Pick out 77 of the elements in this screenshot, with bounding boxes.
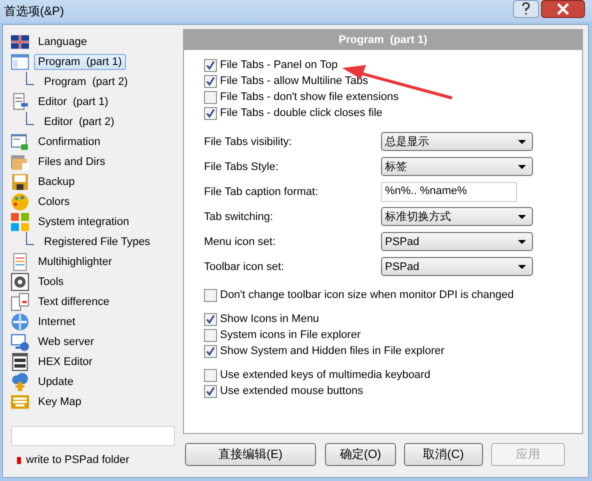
checkbox-label: Use extended keys of multimedia keyboard <box>220 369 430 381</box>
palette-icon <box>11 193 29 211</box>
tree-item[interactable]: Program (part 2) <box>40 74 132 90</box>
checkbox[interactable] <box>204 384 217 398</box>
checkbox[interactable] <box>204 312 217 326</box>
window-title: 首选项(&P) <box>4 2 64 20</box>
dialog-button[interactable]: 确定(O) <box>325 442 396 466</box>
status-marker-icon <box>17 456 21 464</box>
tree-item[interactable]: Backup <box>34 174 79 190</box>
tree-item[interactable]: Web server <box>34 334 98 350</box>
checkbox[interactable] <box>204 74 217 88</box>
dropdown[interactable]: 总是显示 <box>381 132 533 151</box>
tree-item[interactable]: Internet <box>34 314 80 330</box>
checkbox-label: System icons in File explorer <box>220 329 361 341</box>
folder-icon <box>11 153 29 171</box>
checkbox[interactable] <box>204 58 217 72</box>
field-label: File Tab caption format: <box>204 186 320 198</box>
tree-item[interactable]: HEX Editor <box>34 354 96 370</box>
window-icon <box>11 53 29 71</box>
checkbox[interactable] <box>204 90 217 104</box>
checkbox-label: Use extended mouse buttons <box>220 385 364 397</box>
checkbox-label: File Tabs - don't show file extensions <box>220 91 399 103</box>
caret-icon <box>518 164 526 168</box>
caret-icon <box>518 214 526 218</box>
tree-item[interactable]: Editor (part 2) <box>40 114 118 130</box>
documents-compare-icon <box>11 293 29 311</box>
dropdown[interactable]: PSPad <box>381 257 533 276</box>
checkbox[interactable] <box>204 106 217 120</box>
checklist-icon <box>11 133 29 151</box>
dropdown[interactable]: 标签 <box>381 157 533 176</box>
caret-icon <box>518 264 526 268</box>
caret-icon <box>518 140 526 144</box>
gear-icon <box>11 273 29 291</box>
document-lines-icon <box>11 253 29 271</box>
checkbox[interactable] <box>204 328 217 342</box>
tree-item[interactable]: Multihighlighter <box>34 254 116 270</box>
field-label: Toolbar icon set: <box>204 260 286 272</box>
folder-note: write to PSPad folder <box>26 454 130 466</box>
panel-header: Program (part 1) <box>183 29 583 50</box>
tree-item[interactable]: Confirmation <box>34 134 104 150</box>
tree-item[interactable]: Program (part 1) <box>34 54 126 70</box>
field-label: File Tabs visibility: <box>204 136 293 148</box>
checkbox[interactable] <box>204 368 217 382</box>
tree-item[interactable]: Files and Dirs <box>34 154 110 170</box>
globe-icon <box>11 313 29 331</box>
flag-icon <box>11 33 29 51</box>
tree-item[interactable]: Colors <box>34 194 74 210</box>
dropdown[interactable]: PSPad <box>381 232 533 251</box>
checkbox-label: File Tabs - Panel on Top <box>220 59 338 71</box>
dialog-button[interactable]: 取消(C) <box>404 442 483 466</box>
checkbox-label: File Tabs - allow Multiline Tabs <box>220 75 368 87</box>
checkbox-label: Don't change toolbar icon size when monitor DPI is changed <box>220 289 514 301</box>
windows-logo-icon <box>11 213 29 231</box>
tree-item[interactable]: Registered File Types <box>40 234 154 250</box>
checkbox-label: Show System and Hidden files in File explorer <box>220 345 444 357</box>
checkbox[interactable] <box>204 344 217 358</box>
close-button[interactable] <box>541 0 585 18</box>
field-label: File Tabs Style: <box>204 160 280 172</box>
checkbox-label: File Tabs - double click closes file <box>220 107 382 119</box>
filter-field[interactable] <box>11 426 175 446</box>
caret-icon <box>518 240 526 244</box>
dropdown[interactable]: 标准切换方式 <box>381 207 533 226</box>
dialog-button[interactable]: 直接编辑(E) <box>185 442 316 466</box>
tree-item[interactable]: Key Map <box>34 394 86 410</box>
tree-item[interactable]: Language <box>34 34 91 50</box>
checkbox[interactable] <box>204 288 217 302</box>
field-label: Menu icon set: <box>204 236 277 248</box>
tree-item[interactable]: System integration <box>34 214 134 230</box>
input-field[interactable]: %n%.. %name% <box>381 182 517 202</box>
tree-item[interactable]: Tools <box>34 274 68 290</box>
tree-item[interactable]: Text difference <box>34 294 114 310</box>
monitor-globe-icon <box>11 333 29 351</box>
checkbox-label: Show Icons in Menu <box>220 313 320 325</box>
help-button[interactable] <box>513 0 539 18</box>
tree-item[interactable]: Update <box>34 374 78 390</box>
tree-item[interactable]: Editor (part 1) <box>34 94 112 110</box>
field-label: Tab switching: <box>204 210 274 222</box>
